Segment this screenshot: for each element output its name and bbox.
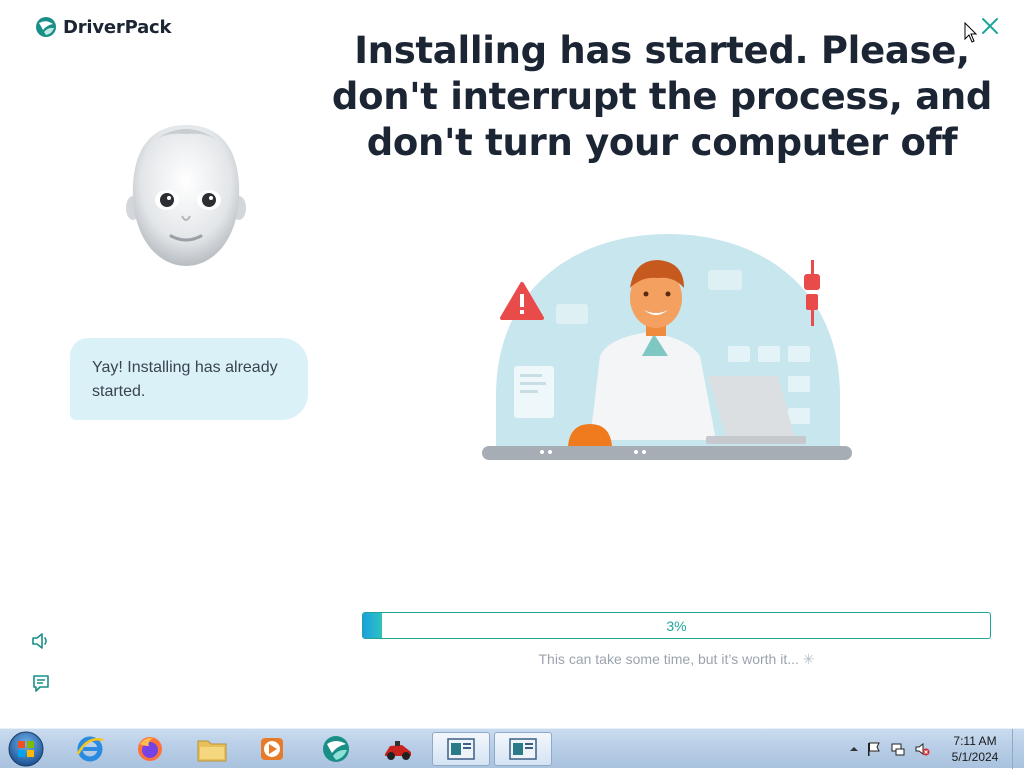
page-title: Installing has started. Please, don't in… [330, 28, 994, 166]
firefox-taskbar-button[interactable] [124, 732, 176, 766]
action-center-flag-icon[interactable] [866, 741, 882, 757]
driverpack-taskbar-button[interactable] [310, 732, 362, 766]
internet-explorer-icon [76, 736, 104, 762]
window-1-taskbar-button[interactable] [432, 732, 490, 766]
network-icon[interactable] [890, 741, 906, 757]
internet-explorer-taskbar-button[interactable] [64, 732, 116, 766]
folder-icon [197, 740, 227, 762]
driverpack-window: DriverPack Installing has started. Pleas… [0, 0, 1024, 728]
driverpack-logo-icon [36, 17, 56, 37]
window-2-taskbar-button[interactable] [494, 732, 552, 766]
brand-name: DriverPack [63, 16, 172, 38]
install-progress-bar: 3% [362, 612, 991, 639]
assistant-message-text: Yay! Installing has already started. [92, 359, 278, 400]
window-icon [509, 738, 537, 760]
installing-illustration [482, 234, 852, 460]
window-icon [447, 738, 475, 760]
taskbar: 7:11 AM 5/1/2024 [0, 728, 1024, 769]
show-desktop-button[interactable] [1012, 729, 1024, 769]
speaker-icon[interactable] [30, 630, 52, 652]
media-player-taskbar-button[interactable] [246, 732, 298, 766]
race-car-icon [385, 741, 411, 760]
driverpack-logo: DriverPack [35, 16, 172, 38]
progress-hint: This can take some time, but it’s worth … [362, 651, 991, 668]
assistant-avatar [126, 125, 246, 266]
start-button[interactable] [6, 730, 46, 768]
taskbar-clock[interactable]: 7:11 AM 5/1/2024 [940, 733, 1010, 765]
progress-hint-text: This can take some time, but it’s worth … [538, 651, 799, 667]
title-line-1: Installing has started. Please, [354, 29, 970, 72]
clock-date: 5/1/2024 [951, 750, 999, 764]
progress-percent: 3% [666, 618, 687, 634]
loading-spinner-icon: ✳ [802, 651, 815, 667]
firefox-icon [138, 737, 162, 761]
clock-time: 7:11 AM [953, 734, 997, 748]
assistant-message-bubble: Yay! Installing has already started. [70, 338, 308, 420]
volume-muted-icon[interactable] [914, 741, 930, 757]
title-line-2: don't interrupt the process, and [331, 75, 993, 118]
chat-icon[interactable] [30, 672, 52, 694]
media-player-icon [261, 738, 283, 760]
game-taskbar-button[interactable] [372, 732, 424, 766]
show-hidden-icons-icon[interactable] [846, 741, 862, 757]
title-line-3: don't turn your computer off [366, 121, 958, 164]
file-explorer-taskbar-button[interactable] [186, 732, 238, 766]
driverpack-app-icon [323, 736, 349, 762]
